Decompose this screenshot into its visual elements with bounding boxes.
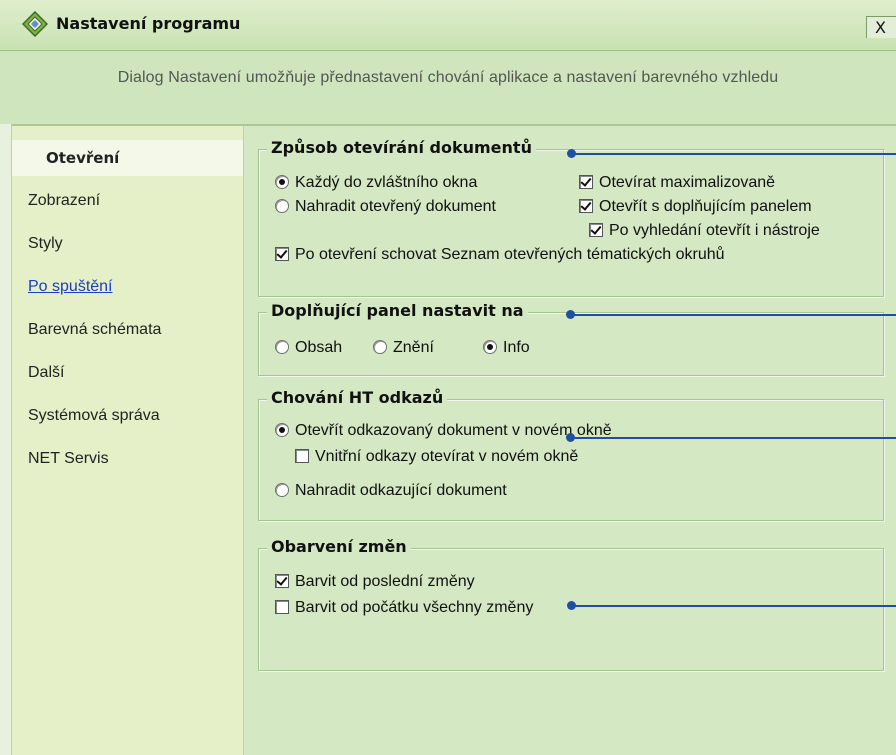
radio-indicator[interactable]: [275, 199, 289, 213]
replace-document-label: Nahradit otevřený dokument: [295, 198, 496, 215]
settings-diamond-icon: [22, 11, 48, 37]
panel-obsah-label: Obsah: [295, 339, 343, 356]
dialog-description: Dialog Nastavení umožňuje přednastavení …: [117, 69, 779, 86]
radio-indicator[interactable]: [373, 340, 387, 354]
title-bar[interactable]: Nastavení programu X: [0, 0, 896, 51]
replace-referring-label: Nahradit odkazující dokument: [295, 482, 507, 499]
panel-group-title: Doplňující panel nastavit na: [267, 301, 528, 320]
sidebar-item-net-servis[interactable]: NET Servis: [12, 441, 243, 477]
settings-dialog: Nastavení programu X Dialog Nastavení um…: [0, 0, 896, 755]
each-window-label: Každý do zvláštního okna: [295, 174, 478, 191]
sidebar-item-dalsi[interactable]: Další: [12, 355, 243, 391]
sidebar-item-systemova-sprava[interactable]: Systémová správa: [12, 398, 243, 434]
dialog-header: Dialog Nastavení umožňuje přednastavení …: [0, 51, 896, 126]
panel-zneni-label: Znění: [393, 339, 434, 356]
checkbox-indicator[interactable]: [295, 449, 309, 463]
checkbox-indicator[interactable]: [275, 247, 289, 261]
radio-indicator[interactable]: [483, 340, 497, 354]
callout-line: [571, 314, 896, 316]
callout-line: [572, 153, 896, 155]
open-mode-group: Způsob otevírání dokumentů Každý do zvlá…: [258, 138, 884, 297]
internal-links-label: Vnitřní odkazy otevírat v novém okně: [315, 448, 579, 465]
checkbox-indicator[interactable]: [589, 223, 603, 237]
open-with-panel-label: Otevřít s doplňujícím panelem: [599, 198, 812, 215]
callout-line: [571, 437, 896, 439]
open-mode-group-title: Způsob otevírání dokumentů: [267, 138, 536, 157]
panel-group: Doplňující panel nastavit na Obsah Znění…: [258, 301, 884, 376]
checkbox-indicator[interactable]: [579, 199, 593, 213]
checkbox-indicator[interactable]: [275, 600, 289, 614]
close-button[interactable]: X: [866, 16, 896, 38]
radio-indicator[interactable]: [275, 175, 289, 189]
sidebar-item-zobrazeni[interactable]: Zobrazení: [12, 183, 243, 219]
links-group: Chování HT odkazů Otevřít odkazovaný dok…: [258, 388, 884, 521]
sidebar-item-barevna-schemata[interactable]: Barevná schémata: [12, 312, 243, 348]
radio-indicator[interactable]: [275, 483, 289, 497]
radio-indicator[interactable]: [275, 340, 289, 354]
color-last-change-label: Barvit od poslední změny: [295, 573, 475, 590]
open-link-new-window-label: Otevřít odkazovaný dokument v novém okně: [295, 422, 612, 439]
open-tools-label: Po vyhledání otevřít i nástroje: [609, 222, 820, 239]
hide-topic-list-label: Po otevření schovat Seznam otevřených té…: [295, 246, 725, 263]
sidebar-item-styly[interactable]: Styly: [12, 226, 243, 262]
callout-line: [572, 605, 896, 607]
window-left-border: [0, 124, 12, 755]
checkbox-indicator[interactable]: [275, 574, 289, 588]
sidebar-item-otevreni[interactable]: Otevření: [12, 140, 243, 176]
radio-indicator[interactable]: [275, 423, 289, 437]
sidebar-item-po-spusteni[interactable]: Po spuštění: [12, 269, 243, 305]
panel-info-label: Info: [503, 339, 530, 356]
links-group-title: Chování HT odkazů: [267, 388, 448, 407]
sidebar: Otevření Zobrazení Styly Po spuštění Bar…: [12, 126, 244, 755]
color-all-changes-label: Barvit od počátku všechny změny: [295, 599, 534, 616]
changes-group-title: Obarvení změn: [267, 537, 411, 556]
window-title: Nastavení programu: [56, 14, 241, 33]
open-maximized-label: Otevírat maximalizovaně: [599, 174, 776, 191]
checkbox-indicator[interactable]: [579, 175, 593, 189]
